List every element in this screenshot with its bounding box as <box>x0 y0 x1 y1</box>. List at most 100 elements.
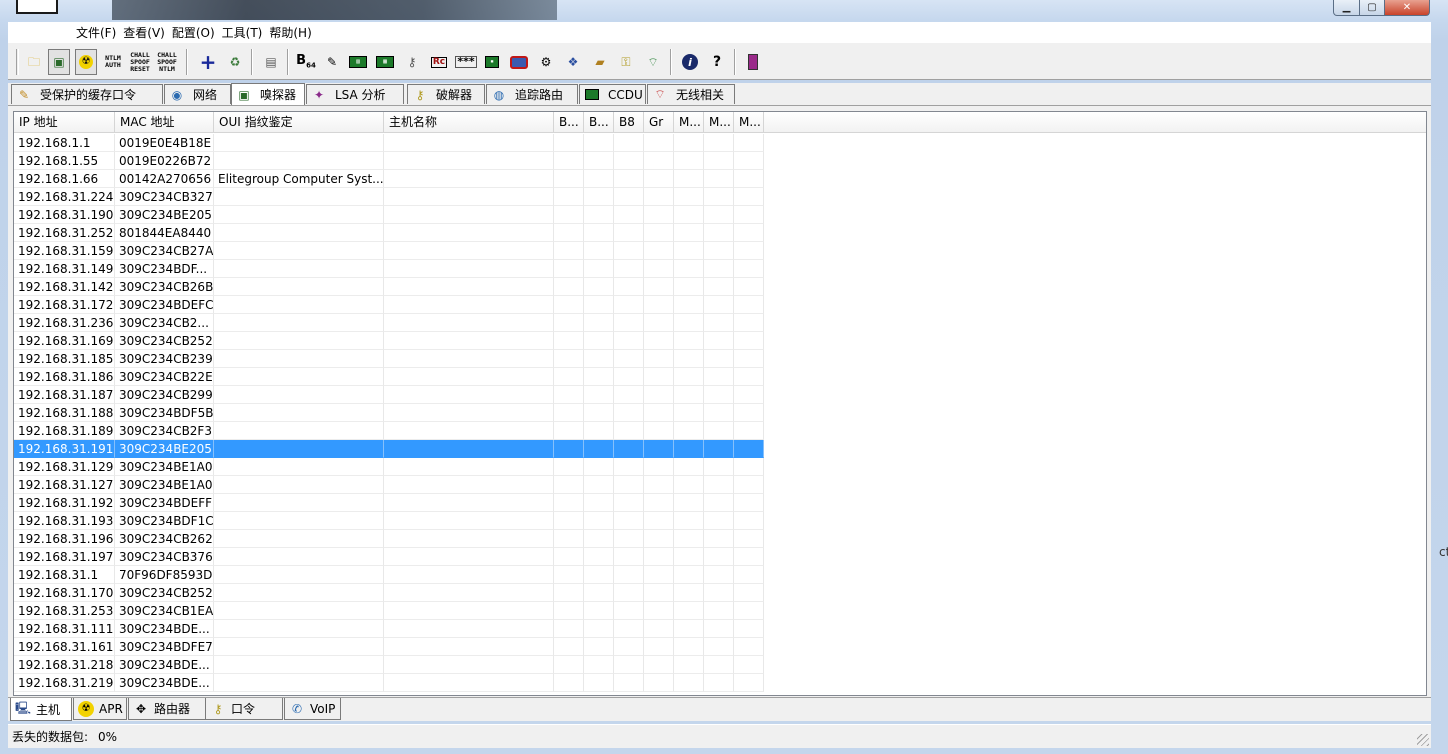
lsa-secrets-button[interactable]: ▪ <box>481 51 503 73</box>
table-row[interactable]: 192.168.31.218 309C234BDE... <box>14 656 764 674</box>
wireless-key-button[interactable]: ⚷ <box>401 51 423 73</box>
table-row[interactable]: 192.168.31.111 309C234BDE... <box>14 620 764 638</box>
table-row[interactable]: 192.168.1.66 00142A270656 Elitegroup Compu… <box>14 170 764 188</box>
table-row[interactable]: 192.168.31.197 309C234CB376 <box>14 548 764 566</box>
wireless-button[interactable]: ⌔ <box>642 51 664 73</box>
box-revealer-button[interactable] <box>508 51 530 73</box>
route-table-button[interactable]: ▥ <box>347 51 369 73</box>
menu-config[interactable]: 配置(O) <box>172 24 222 41</box>
tab-cached-passwords[interactable]: ✎ 受保护的缓存口令 <box>11 84 163 104</box>
maximize-button[interactable]: ▢ <box>1359 0 1385 16</box>
table-row[interactable]: 192.168.31.129 309C234BE1A0 <box>14 458 764 476</box>
col-oui-header[interactable]: OUI 指纹鉴定 <box>214 112 384 133</box>
hostname-cell <box>384 332 554 350</box>
table-row[interactable]: 192.168.31.189 309C234CB2F3 <box>14 422 764 440</box>
exit-button[interactable] <box>742 51 764 73</box>
table-row[interactable]: 192.168.31.187 309C234CB299 <box>14 386 764 404</box>
hostname-cell <box>384 620 554 638</box>
oui-cell <box>214 242 384 260</box>
about-button[interactable]: i <box>679 51 701 73</box>
base64-button[interactable]: B64 <box>295 51 317 73</box>
gr-cell <box>644 566 674 584</box>
password-reveal-button[interactable]: *** <box>455 51 477 73</box>
ntlm-auth-button[interactable]: NTLM AUTH <box>102 51 124 73</box>
table-row[interactable]: 192.168.31.159 309C234CB27A <box>14 242 764 260</box>
add-button[interactable]: + <box>197 51 219 73</box>
menu-view[interactable]: 查看(V) <box>123 24 172 41</box>
table-row[interactable]: 192.168.31.253 309C234CB1EA <box>14 602 764 620</box>
col-b8-header[interactable]: B8 <box>614 112 644 133</box>
table-row[interactable]: 192.168.31.252 801844EA8440 <box>14 224 764 242</box>
rdp-button[interactable]: Rc <box>428 51 450 73</box>
b8-cell <box>614 278 644 296</box>
help-button[interactable]: ? <box>706 51 728 73</box>
start-apr-button[interactable]: ☢ <box>75 49 97 75</box>
table-row[interactable]: 192.168.31.170 309C234CB252 <box>14 584 764 602</box>
table-row[interactable]: 192.168.31.188 309C234BDF5B <box>14 404 764 422</box>
table-row[interactable]: 192.168.31.142 309C234CB26B <box>14 278 764 296</box>
table-row[interactable]: 192.168.31.236 309C234CB2... <box>14 314 764 332</box>
vnc-decoder-button[interactable]: ❖ <box>562 51 584 73</box>
close-button[interactable]: ✕ <box>1384 0 1430 16</box>
col-m2-header[interactable]: M... <box>704 112 734 133</box>
menu-help[interactable]: 帮助(H) <box>269 24 318 41</box>
wifi-keys-button[interactable]: ⚿ <box>615 51 637 73</box>
table-row[interactable]: 192.168.31.1 70F96DF8593D <box>14 566 764 584</box>
open-folder-button[interactable]: 🗀 <box>23 51 45 73</box>
table-row[interactable]: 192.168.1.55 0019E0226B72 <box>14 152 764 170</box>
remove-button[interactable]: ♻ <box>224 51 246 73</box>
tab-passwords[interactable]: ⚷ 口令 <box>205 698 283 720</box>
col-b2-header[interactable]: B... <box>584 112 614 133</box>
col-hostname-header[interactable]: 主机名称 <box>384 112 554 133</box>
tab-apr[interactable]: ☢ APR <box>73 698 127 720</box>
col-mac-address-header[interactable]: MAC 地址 <box>115 112 214 133</box>
tab-wireless[interactable]: ⌔ 无线相关 <box>647 84 735 104</box>
tab-cracker[interactable]: ⚷ 破解器 <box>407 84 485 104</box>
table-row[interactable]: 192.168.1.1 0019E0E4B18E <box>14 134 764 152</box>
hosts-list[interactable]: IP 地址 MAC 地址 OUI 指纹鉴定 主机名称 B... B... B8 Gr M... M… <box>13 111 1427 696</box>
m2-cell <box>704 638 734 656</box>
table-row[interactable]: 192.168.31.193 309C234BDF1C <box>14 512 764 530</box>
network-enum-button[interactable]: ▦ <box>374 51 396 73</box>
tab-routers[interactable]: ✥ 路由器 <box>128 698 206 720</box>
table-row[interactable]: 192.168.31.169 309C234CB252 <box>14 332 764 350</box>
minimize-button[interactable]: ▁ <box>1333 0 1360 16</box>
hash-calculator-button[interactable]: ✎ <box>321 51 343 73</box>
col-b1-header[interactable]: B... <box>554 112 584 133</box>
table-row[interactable]: 192.168.31.192 309C234BDEFF <box>14 494 764 512</box>
resize-grip[interactable] <box>1417 734 1429 746</box>
table-row[interactable]: 192.168.31.191 309C234BE205 <box>14 440 764 458</box>
table-row[interactable]: 192.168.31.196 309C234CB262 <box>14 530 764 548</box>
col-gr-header[interactable]: Gr <box>644 112 674 133</box>
start-sniffer-button[interactable]: ▣ <box>48 49 70 75</box>
table-row[interactable]: 192.168.31.219 309C234BDE... <box>14 674 764 692</box>
table-row[interactable]: 192.168.31.186 309C234CB22E <box>14 368 764 386</box>
menu-tools[interactable]: 工具(T) <box>222 24 270 41</box>
decoder-button[interactable]: ▤ <box>260 51 282 73</box>
tab-voip[interactable]: ✆ VoIP <box>284 698 341 720</box>
table-row[interactable]: 192.168.31.161 309C234BDFE7 <box>14 638 764 656</box>
table-row[interactable]: 192.168.31.172 309C234BDEFC <box>14 296 764 314</box>
table-row[interactable]: 192.168.31.127 309C234BE1A0 <box>14 476 764 494</box>
table-row[interactable]: 192.168.31.149 309C234BDF... <box>14 260 764 278</box>
table-row[interactable]: 192.168.31.190 309C234BE205 <box>14 206 764 224</box>
table-row[interactable]: 192.168.31.224 309C234CB327 <box>14 188 764 206</box>
gr-cell <box>644 386 674 404</box>
tab-sniffer[interactable]: ▣ 嗅探器 <box>231 83 305 105</box>
toolbar-grip[interactable] <box>16 49 19 75</box>
chall-spoof-reset-button[interactable]: CHALL SPOOF RESET <box>129 51 151 73</box>
menu-file[interactable]: 文件(F) <box>76 24 123 41</box>
col-m1-header[interactable]: M... <box>674 112 704 133</box>
tab-traceroute[interactable]: ◍ 追踪路由 <box>486 84 578 104</box>
tab-lsa-analysis[interactable]: ✦ LSA 分析 <box>306 84 404 104</box>
tab-ccdu[interactable]: CCDU <box>579 84 646 104</box>
b8-cell <box>614 314 644 332</box>
col-ip-address-header[interactable]: IP 地址 <box>14 112 115 133</box>
chall-spoof-ntlm-button[interactable]: CHALL SPOOF NTLM <box>156 51 178 73</box>
dictionary-button[interactable]: ▰ <box>589 51 611 73</box>
cisco-decoder-button[interactable]: ⚙ <box>535 51 557 73</box>
table-row[interactable]: 192.168.31.185 309C234CB239 <box>14 350 764 368</box>
tab-hosts[interactable]: 🖳 主机 <box>10 698 72 721</box>
col-m3-header[interactable]: M... <box>734 112 764 133</box>
tab-network[interactable]: ◉ 网络 <box>164 84 231 104</box>
